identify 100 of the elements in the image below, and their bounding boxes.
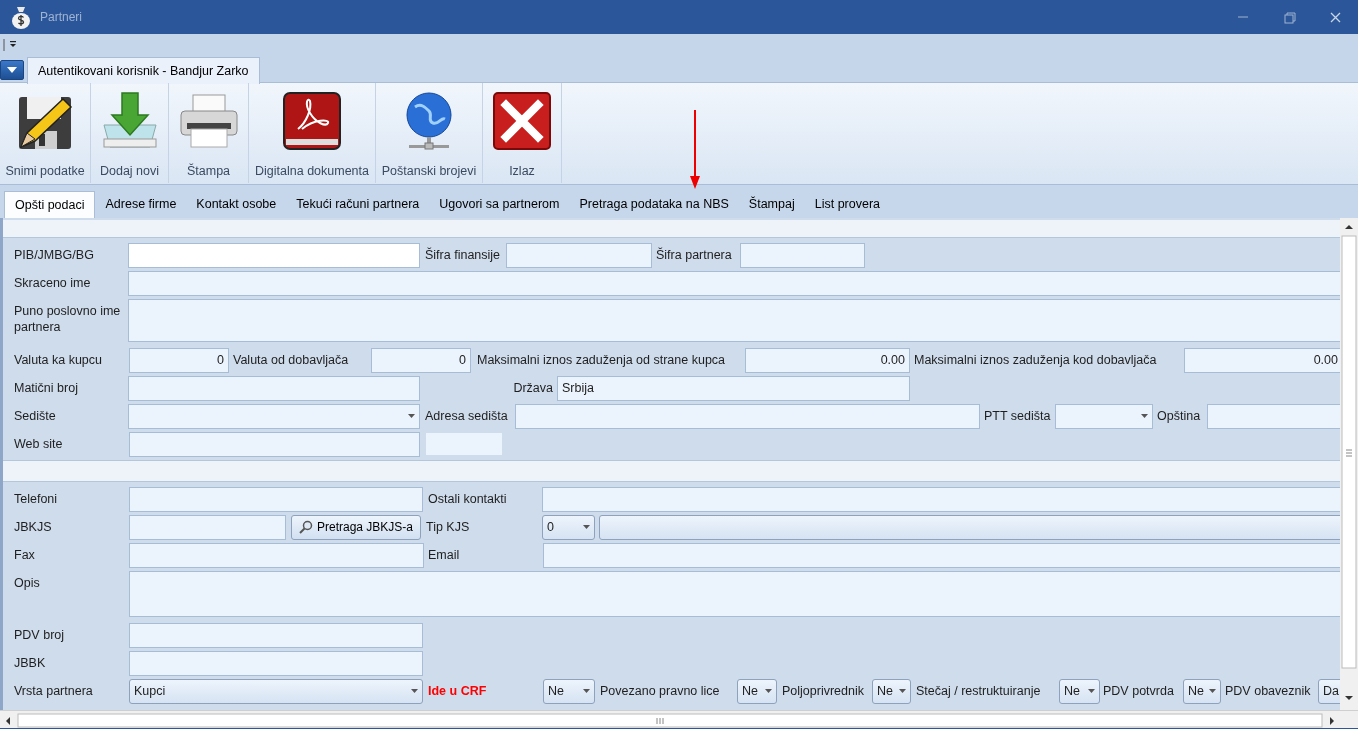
ribbon-tab[interactable]: Autentikovani korisnik - Bandjur Zarko — [27, 57, 260, 84]
ribbon-button[interactable]: Štampa — [169, 83, 249, 183]
field-label: Šifra finansije — [425, 246, 502, 264]
field-label: Ostali kontakti — [428, 490, 508, 508]
caret-icon — [408, 414, 415, 418]
text-field[interactable] — [129, 622, 423, 648]
text-field[interactable] — [128, 375, 420, 401]
field-label: Valuta ka kupcu — [14, 351, 104, 369]
dropdown[interactable]: Da — [1318, 678, 1340, 704]
toolbar-customize-icon[interactable] — [3, 38, 17, 52]
field-label: Email — [428, 546, 461, 564]
text-field[interactable] — [128, 242, 420, 268]
caret-icon — [899, 689, 906, 693]
field-label: Maksimalni iznos zaduženja od strane kupca — [477, 351, 727, 369]
field-label: Šifra partnera — [656, 246, 733, 264]
field-label: Puno poslovno ime partnera — [14, 303, 122, 336]
field-label: Maksimalni iznos zaduženja kod dobavljača — [914, 351, 1158, 369]
caret-icon — [411, 689, 418, 693]
tab[interactable]: Adrese firme — [95, 191, 187, 218]
horizontal-scrollbar[interactable] — [0, 713, 1358, 729]
text-field[interactable] — [740, 242, 865, 268]
text-field[interactable] — [129, 542, 424, 568]
warning-label: Ide u CRF — [428, 682, 488, 700]
tab[interactable]: Kontakt osobe — [186, 191, 287, 218]
caret-icon — [7, 67, 17, 73]
field-label: Fax — [14, 546, 36, 564]
field-label: PDV broj — [14, 626, 66, 644]
dropdown[interactable]: Ne — [1183, 678, 1221, 704]
text-field[interactable]: 0 — [129, 347, 229, 373]
field-label: JBBK — [14, 654, 47, 672]
dropdown[interactable] — [128, 403, 420, 429]
caret-icon — [583, 525, 590, 529]
field-label: Opis — [14, 575, 41, 592]
exit-cross-icon — [490, 89, 554, 153]
caret-icon — [765, 689, 772, 693]
application-menu-button[interactable] — [0, 60, 24, 80]
money-bag-icon — [10, 5, 32, 29]
pdf-book-icon — [280, 89, 344, 153]
field-label: PIB/JMBG/BG — [14, 246, 95, 264]
tab[interactable]: Štampaj — [738, 191, 805, 218]
tab[interactable]: Ugovori sa partnerom — [429, 191, 570, 218]
field-label: Stečaj / restruktuiranje — [916, 682, 1042, 700]
dropdown-button[interactable] — [599, 514, 1340, 540]
field-label: Sedište — [14, 407, 57, 425]
ribbon-button[interactable]: Dodaj novi — [91, 83, 169, 183]
text-area[interactable] — [129, 571, 1340, 617]
text-field[interactable] — [129, 486, 423, 512]
text-field[interactable] — [129, 650, 423, 676]
text-area[interactable] — [128, 299, 1340, 342]
field-label: Opština — [1157, 407, 1202, 425]
caret-icon — [1141, 414, 1148, 418]
text-field[interactable]: 0.00 — [745, 347, 910, 373]
field-label: JBKJS — [14, 518, 53, 536]
field-label: PTT sedišta — [984, 407, 1052, 425]
dropdown[interactable]: 0 — [542, 514, 595, 540]
dropdown[interactable]: Ne — [1059, 678, 1100, 704]
search-icon — [298, 520, 313, 534]
tab[interactable]: List provera — [804, 191, 891, 218]
text-field[interactable] — [129, 431, 420, 457]
text-field[interactable] — [129, 514, 286, 540]
caret-icon — [583, 689, 590, 693]
text-field[interactable] — [1207, 403, 1340, 429]
tab[interactable]: Pretraga podataka na NBS — [569, 191, 739, 218]
tab[interactable]: Opšti podaci — [4, 191, 96, 218]
field-label: Država — [512, 379, 554, 397]
field-label: Tip KJS — [426, 518, 471, 536]
text-field[interactable]: 0.00 — [1184, 347, 1340, 373]
dropdown[interactable]: Ne — [737, 678, 777, 704]
field-label: Vrsta partnera — [14, 682, 94, 700]
text-field[interactable] — [506, 242, 652, 268]
search-button[interactable]: Pretraga JBKJS-a — [291, 514, 421, 540]
text-field[interactable]: Srbija — [557, 375, 910, 401]
vertical-scrollbar[interactable] — [1340, 218, 1358, 710]
ribbon-button[interactable]: Izlaz — [483, 83, 562, 183]
field-label: Adresa sedišta — [425, 407, 509, 425]
dropdown[interactable]: Ne — [872, 678, 911, 704]
ribbon-button[interactable]: Digitalna dokumenta — [249, 83, 376, 183]
tab[interactable]: Tekući računi partnera — [286, 191, 430, 218]
caret-icon — [1209, 689, 1216, 693]
field-label: Povezano pravno lice — [600, 682, 721, 700]
caret-icon — [1088, 689, 1095, 693]
ribbon-button[interactable]: Snimi podatke — [0, 83, 91, 183]
text-field[interactable] — [128, 270, 1340, 296]
field-label: PDV obaveznik — [1225, 682, 1312, 700]
field-label: Matični broj — [14, 379, 79, 397]
text-field[interactable] — [543, 542, 1340, 568]
text-field[interactable] — [515, 403, 980, 429]
text-field[interactable] — [542, 486, 1340, 512]
field-label: Web site — [14, 435, 64, 453]
field-label: Telefoni — [14, 490, 59, 508]
field-label: Skraceno ime — [14, 274, 92, 292]
ribbon-button[interactable]: Poštanski brojevi — [376, 83, 483, 183]
dropdown[interactable]: Kupci — [129, 678, 423, 704]
field-label: Poljoprivrednik — [782, 682, 865, 700]
text-field[interactable]: 0 — [371, 347, 471, 373]
window-title: Partneri — [40, 9, 83, 26]
field-label: Valuta od dobavljača — [233, 351, 350, 369]
dropdown[interactable]: Ne — [543, 678, 595, 704]
dropdown[interactable] — [1055, 403, 1153, 429]
field-label: PDV potvrda — [1103, 682, 1175, 700]
